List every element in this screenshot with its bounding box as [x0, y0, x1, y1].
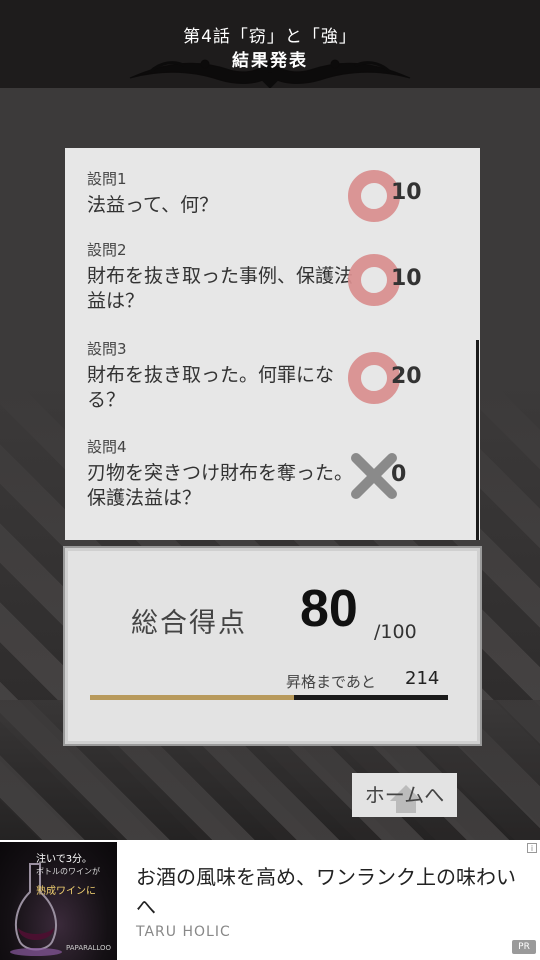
- question-score: 10: [391, 266, 422, 291]
- home-button-label: ホームへ: [364, 783, 445, 807]
- total-score-max: /100: [374, 621, 417, 643]
- home-button[interactable]: ホームへ: [352, 773, 457, 817]
- question-score: 10: [391, 180, 422, 205]
- ad-banner[interactable]: 注いで3分。 ボトルのワインが 熟成ワインに PAPARALLOO お酒の風味を…: [0, 840, 540, 960]
- ad-thumb-text-1: 注いで3分。: [36, 854, 93, 865]
- promotion-progress-fill: [90, 695, 295, 700]
- total-score-card: 総合得点 80 /100 昇格まであと 214: [63, 546, 482, 746]
- promotion-progress-bar: [90, 695, 448, 700]
- question-text: 刃物を突きつけ財布を奪った。保護法益は？: [87, 462, 354, 509]
- ad-advertiser[interactable]: TARU HOLIC: [136, 924, 231, 940]
- question-text: 財布を抜き取った事例、保護法益は？: [87, 265, 354, 312]
- question-results-card: 設問1 法益って、何？ 10 設問2 財布を抜き取った事例、保護法益は？ 10 …: [65, 148, 480, 540]
- question-number: 設問3: [87, 340, 127, 358]
- question-text: 法益って、何？: [87, 194, 219, 216]
- ad-thumb-brand: PAPARALLOO: [66, 944, 112, 952]
- question-number: 設問4: [87, 438, 127, 456]
- total-score-value: 80: [300, 580, 358, 638]
- ad-headline[interactable]: お酒の風味を高め、ワンランク上の味わいへ: [136, 862, 516, 922]
- ad-thumb-text-2: ボトルのワインが: [36, 867, 100, 876]
- question-number: 設問2: [87, 241, 127, 259]
- ad-info-icon[interactable]: i: [527, 843, 537, 853]
- total-score-label: 総合得点: [131, 608, 247, 639]
- ad-pr-badge: PR: [512, 940, 536, 954]
- question-score: 0: [391, 462, 407, 487]
- results-heading: 結果発表: [232, 51, 308, 71]
- ad-thumbnail[interactable]: 注いで3分。 ボトルのワインが 熟成ワインに PAPARALLOO: [0, 842, 117, 960]
- card-scroll-edge: [476, 340, 479, 540]
- question-item-4: 設問4 刃物を突きつけ財布を奪った。保護法益は？: [87, 436, 467, 511]
- question-text: 財布を抜き取った。何罪になる？: [87, 364, 335, 411]
- promotion-remaining-value: 214: [405, 668, 440, 689]
- ad-thumb-text-3: 熟成ワインに: [36, 886, 96, 897]
- promotion-remaining-label: 昇格まであと: [286, 673, 376, 691]
- episode-title: 第4話「窃」と「強」: [183, 27, 357, 47]
- question-score: 20: [391, 364, 422, 389]
- header: 第4話「窃」と「強」 結果発表: [0, 0, 540, 88]
